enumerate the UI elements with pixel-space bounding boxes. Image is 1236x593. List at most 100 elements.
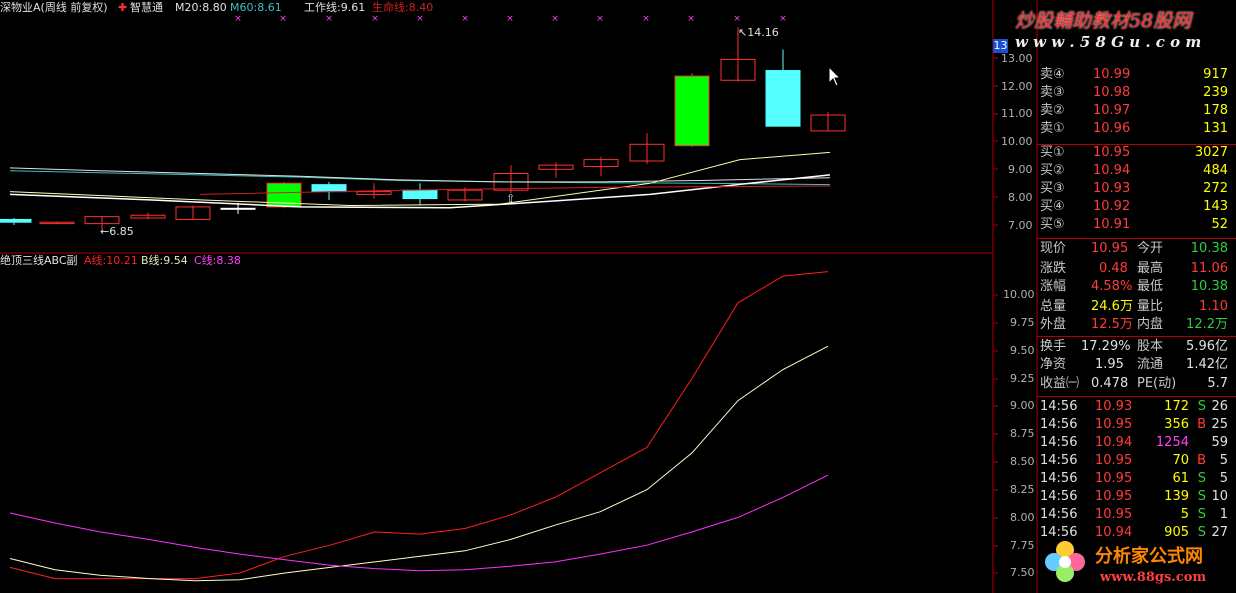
candle-body <box>0 218 32 223</box>
indicator-tick: 9.50 <box>1010 344 1035 357</box>
signal-marker-icon: × <box>461 14 469 24</box>
up-arrow-marker-icon: ⇧ <box>506 192 516 205</box>
indicator-title[interactable]: 绝顶三线ABC副 <box>0 253 78 269</box>
indicator-tick: 8.25 <box>1010 483 1035 496</box>
signal-marker-icon: × <box>551 14 559 24</box>
divider <box>1037 144 1236 145</box>
sell-row: 卖③ 10.98 239 <box>1040 85 1228 100</box>
sell-row: 卖④ 10.99 917 <box>1040 67 1228 82</box>
candle <box>629 133 665 164</box>
candle <box>810 111 846 132</box>
zhihui-link[interactable]: 智慧通 <box>130 0 163 16</box>
signal-marker-icon: × <box>733 14 741 24</box>
signal-marker-icon: × <box>779 14 787 24</box>
tick-row: 14:56 10.95 5 S 1 <box>1040 507 1228 522</box>
price-tick: 12.00 <box>1001 80 1033 93</box>
stat-row: 总量 24.6万 量比 1.10 <box>1040 299 1228 314</box>
buy-row: 买③ 10.93 272 <box>1040 181 1228 196</box>
work-line-label: 工作线:9.61 <box>304 1 366 14</box>
flower-logo-icon <box>1040 536 1090 586</box>
signal-marker-icon: × <box>642 14 650 24</box>
price-tick: 10.00 <box>1001 135 1033 148</box>
stat-row: 净资 1.95 流通 1.42亿 <box>1040 357 1228 372</box>
quote-panel: 卖④ 10.99 917 卖③ 10.98 239 卖② 10.97 178 卖… <box>1037 40 1236 593</box>
candle <box>674 73 710 148</box>
indicator-tick: 7.50 <box>1010 566 1035 579</box>
watermark-88gs-title: 分析家公式网 <box>1095 546 1203 567</box>
indicator-tick: 7.75 <box>1010 539 1035 552</box>
indicator-tick: 10.00 <box>1003 288 1035 301</box>
indicator-tick: 8.75 <box>1010 427 1035 440</box>
candle <box>765 49 801 127</box>
tick-row: 14:56 10.95 61 S 5 <box>1040 471 1228 486</box>
candle <box>266 181 302 209</box>
high-arrow-icon: ↖ <box>738 26 748 39</box>
price-tick: 7.00 <box>1008 219 1033 232</box>
candle-body <box>220 207 256 210</box>
buy-row: 买④ 10.92 143 <box>1040 199 1228 214</box>
divider <box>1037 396 1236 397</box>
sell-row: 卖① 10.96 131 <box>1040 121 1228 136</box>
low-arrow-icon: ← <box>100 225 110 238</box>
stat-row: 换手 17.29% 股本 5.96亿 <box>1040 339 1228 354</box>
high-annotation: ↖14.16 <box>738 26 779 39</box>
candle <box>175 205 211 220</box>
candle-body <box>311 184 347 193</box>
price-tick: 11.00 <box>1001 107 1033 120</box>
tick-row: 14:56 10.95 356 B 25 <box>1040 417 1228 432</box>
candle <box>583 156 619 177</box>
current-price-tag: 13 <box>993 39 1008 53</box>
stat-row: 涨跌 0.48 最高 11.06 <box>1040 261 1228 276</box>
a-line <box>9 271 829 580</box>
stat-row: 收益㈠ 0.478 PE(动) 5.7 <box>1040 376 1228 391</box>
price-tick: 8.00 <box>1008 191 1033 204</box>
indicator-tick: 8.00 <box>1010 511 1035 524</box>
watermark-58gu-title: 炒股輔助教材58股网 <box>1015 10 1192 32</box>
b-line-label: B线:9.54 <box>141 254 188 267</box>
ma60-label: M60:8.61 <box>230 1 282 14</box>
indicator-tick: 9.00 <box>1010 399 1035 412</box>
a-line-label: A线:10.21 <box>84 254 138 267</box>
candle <box>39 221 75 225</box>
ma60-line <box>9 170 831 186</box>
stat-row: 外盘 12.5万 内盘 12.2万 <box>1040 317 1228 332</box>
candle <box>311 181 347 200</box>
life-line-label: 生命线:8.40 <box>372 1 434 14</box>
price-tick: 9.00 <box>1008 163 1033 176</box>
b-line <box>9 345 829 582</box>
price-tick: 13.00 <box>1001 52 1033 65</box>
zhihui-plus-icon[interactable]: ✚ <box>118 0 127 16</box>
stock-title[interactable]: 深物业A(周线 前复权) <box>0 0 108 16</box>
candle <box>0 218 32 225</box>
ma20-label: M20:8.80 <box>175 1 227 14</box>
candle <box>402 183 438 206</box>
tick-row: 14:56 10.94 1254 59 <box>1040 435 1228 450</box>
divider <box>1037 336 1236 337</box>
mouse-cursor-icon <box>828 66 842 87</box>
low-annotation: ←6.85 <box>100 225 134 238</box>
signal-marker-icon: × <box>687 14 695 24</box>
candle <box>538 162 574 178</box>
indicator-lines <box>9 271 829 582</box>
watermark-88gs-url: www.88gs.com <box>1100 570 1207 585</box>
signal-marker-icon: × <box>506 14 514 24</box>
ma20-line <box>9 167 831 183</box>
candle <box>130 212 166 220</box>
c-line-label: C线:8.38 <box>194 254 241 267</box>
indicator-tick: 8.50 <box>1010 455 1035 468</box>
buy-row: 买⑤ 10.91 52 <box>1040 217 1228 232</box>
indicator-tick: 9.75 <box>1010 316 1035 329</box>
signal-marker-icon: × <box>596 14 604 24</box>
buy-row: 买② 10.94 484 <box>1040 163 1228 178</box>
stat-row: 涨幅 4.58% 最低 10.38 <box>1040 279 1228 294</box>
candle-body <box>402 189 438 200</box>
candle-body <box>765 70 801 127</box>
tick-row: 14:56 10.93 172 S 26 <box>1040 399 1228 414</box>
divider <box>1037 238 1236 239</box>
tick-row: 14:56 10.95 139 S 10 <box>1040 489 1228 504</box>
candle-body <box>674 75 710 147</box>
indicator-tick: 9.25 <box>1010 372 1035 385</box>
tick-row: 14:56 10.95 70 B 5 <box>1040 453 1228 468</box>
sell-row: 卖② 10.97 178 <box>1040 103 1228 118</box>
chart-frame: × × × × × × × × × × × × × <box>0 0 1038 593</box>
